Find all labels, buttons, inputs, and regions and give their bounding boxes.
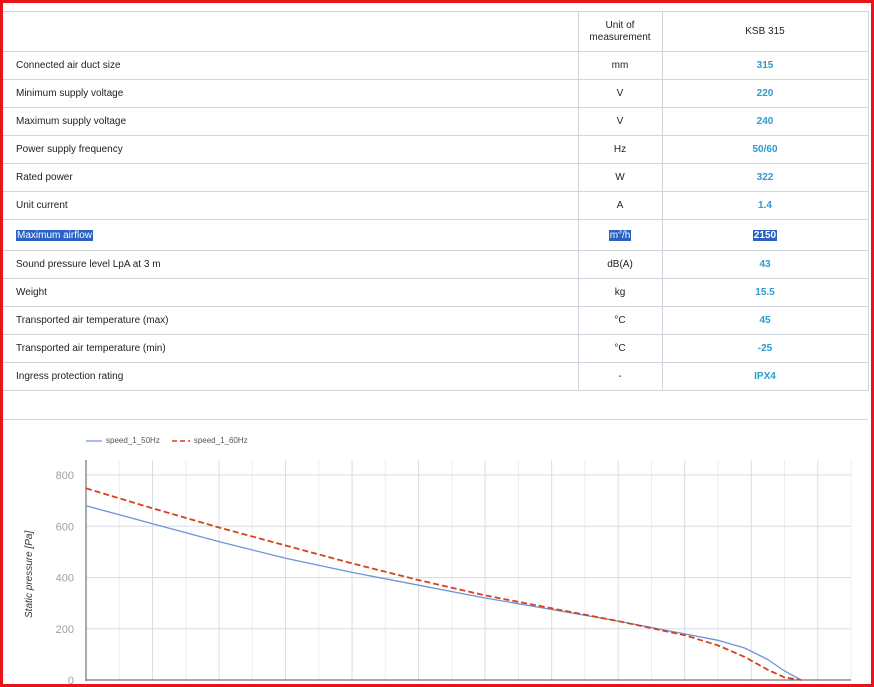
row-name-text: Unit current: [16, 200, 68, 211]
header-model: KSB 315: [661, 11, 869, 52]
row-value-text: 315: [756, 60, 774, 71]
row-value: 220: [661, 79, 869, 108]
row-value-text: 2150: [752, 229, 778, 241]
table-row: Transported air temperature (min) °C -25: [3, 334, 869, 363]
row-name: Transported air temperature (max): [3, 306, 579, 335]
table-header-row: Unit of measurement KSB 315: [3, 11, 869, 52]
series-line-speed_1_50Hz: [85, 505, 802, 681]
specs-table: Unit of measurement KSB 315 Connected ai…: [3, 11, 869, 391]
y-tick-label: 400: [56, 573, 74, 585]
row-unit-text: °C: [614, 343, 626, 354]
row-unit: °C: [577, 306, 663, 335]
row-unit-text: W: [615, 172, 625, 183]
row-name: Unit current: [3, 191, 579, 220]
row-unit: -: [577, 362, 663, 391]
row-unit-text: mm: [611, 60, 629, 71]
row-name: Maximum supply voltage: [3, 107, 579, 136]
row-unit: mm: [577, 51, 663, 80]
row-name: Transported air temperature (min): [3, 334, 579, 363]
row-name: Ingress protection rating: [3, 362, 579, 391]
row-name: Weight: [3, 278, 579, 307]
y-tick-label: 200: [56, 624, 74, 636]
row-value-text: 322: [756, 172, 774, 183]
row-value-text: -25: [757, 343, 773, 354]
row-name: Minimum supply voltage: [3, 79, 579, 108]
table-row: Unit current A 1.4: [3, 191, 869, 220]
table-row: Weight kg 15.5: [3, 278, 869, 307]
row-name-text: Transported air temperature (min): [16, 343, 166, 354]
table-row: Minimum supply voltage V 220: [3, 79, 869, 108]
row-name-text: Rated power: [16, 172, 73, 183]
row-unit-text: °C: [614, 315, 626, 326]
row-name: Connected air duct size: [3, 51, 579, 80]
row-name: Power supply frequency: [3, 135, 579, 164]
row-unit: Hz: [577, 135, 663, 164]
row-unit: m3/h: [577, 219, 663, 251]
row-value: IPX4: [661, 362, 869, 391]
row-name-text: Sound pressure level LpA at 3 m: [16, 259, 161, 270]
row-value: 45: [661, 306, 869, 335]
row-value: 43: [661, 250, 869, 279]
row-value: 322: [661, 163, 869, 192]
row-unit-text: A: [616, 200, 624, 211]
table-row: Maximum airflow m3/h 2150: [3, 219, 869, 251]
row-name-text: Power supply frequency: [16, 144, 123, 155]
row-unit: A: [577, 191, 663, 220]
row-unit-text: V: [616, 88, 624, 99]
row-unit-text: -: [618, 371, 622, 382]
row-value-text: 240: [756, 116, 774, 127]
row-value-text: 220: [756, 88, 774, 99]
row-unit-text: V: [616, 116, 624, 127]
row-value: 50/60: [661, 135, 869, 164]
row-value: 15.5: [661, 278, 869, 307]
row-value-text: 15.5: [755, 287, 775, 298]
y-tick-label: 800: [56, 470, 74, 482]
pressure-airflow-chart: 0 200 400 600 800: [56, 460, 852, 684]
row-unit: W: [577, 163, 663, 192]
row-unit-text: Hz: [613, 144, 627, 155]
row-unit: °C: [577, 334, 663, 363]
row-unit-text: dB(A): [607, 259, 633, 270]
row-value-text: IPX4: [754, 371, 776, 382]
row-unit-text: kg: [614, 287, 626, 298]
row-unit: kg: [577, 278, 663, 307]
table-row: Transported air temperature (max) °C 45: [3, 306, 869, 335]
table-row: Power supply frequency Hz 50/60: [3, 135, 869, 164]
row-name-text: Transported air temperature (max): [16, 315, 169, 326]
table-row: Sound pressure level LpA at 3 m dB(A) 43: [3, 250, 869, 279]
y-tick-label: 600: [56, 521, 74, 533]
row-value-text: 1.4: [758, 200, 772, 211]
table-row: Connected air duct size mm 315: [3, 51, 869, 80]
row-value-text: 43: [759, 259, 771, 270]
row-name-text: Minimum supply voltage: [16, 88, 124, 99]
series-line-speed_1_60Hz: [85, 487, 802, 681]
table-row: Rated power W 322: [3, 163, 869, 192]
row-unit: V: [577, 107, 663, 136]
table-row: Maximum supply voltage V 240: [3, 107, 869, 136]
row-name-text: Ingress protection rating: [16, 371, 124, 382]
row-name: Maximum airflow: [3, 219, 579, 251]
table-row: Ingress protection rating - IPX4: [3, 362, 869, 391]
row-value: 315: [661, 51, 869, 80]
header-parameter: [3, 11, 579, 52]
row-value: 240: [661, 107, 869, 136]
row-unit: V: [577, 79, 663, 108]
row-value-text: 50/60: [752, 144, 778, 155]
row-name-text: Maximum airflow: [16, 229, 94, 241]
header-unit: Unit of measurement: [577, 11, 663, 52]
y-tick-label: 0: [68, 675, 74, 684]
row-value-text: 45: [759, 315, 771, 326]
row-name-text: Weight: [16, 287, 47, 298]
row-value: 1.4: [661, 191, 869, 220]
row-name-text: Maximum supply voltage: [16, 116, 127, 127]
row-unit: dB(A): [577, 250, 663, 279]
row-value: -25: [661, 334, 869, 363]
row-unit-text: m3/h: [608, 228, 632, 241]
row-name-text: Connected air duct size: [16, 60, 121, 71]
row-value: 2150: [661, 219, 869, 251]
row-name: Sound pressure level LpA at 3 m: [3, 250, 579, 279]
row-name: Rated power: [3, 163, 579, 192]
